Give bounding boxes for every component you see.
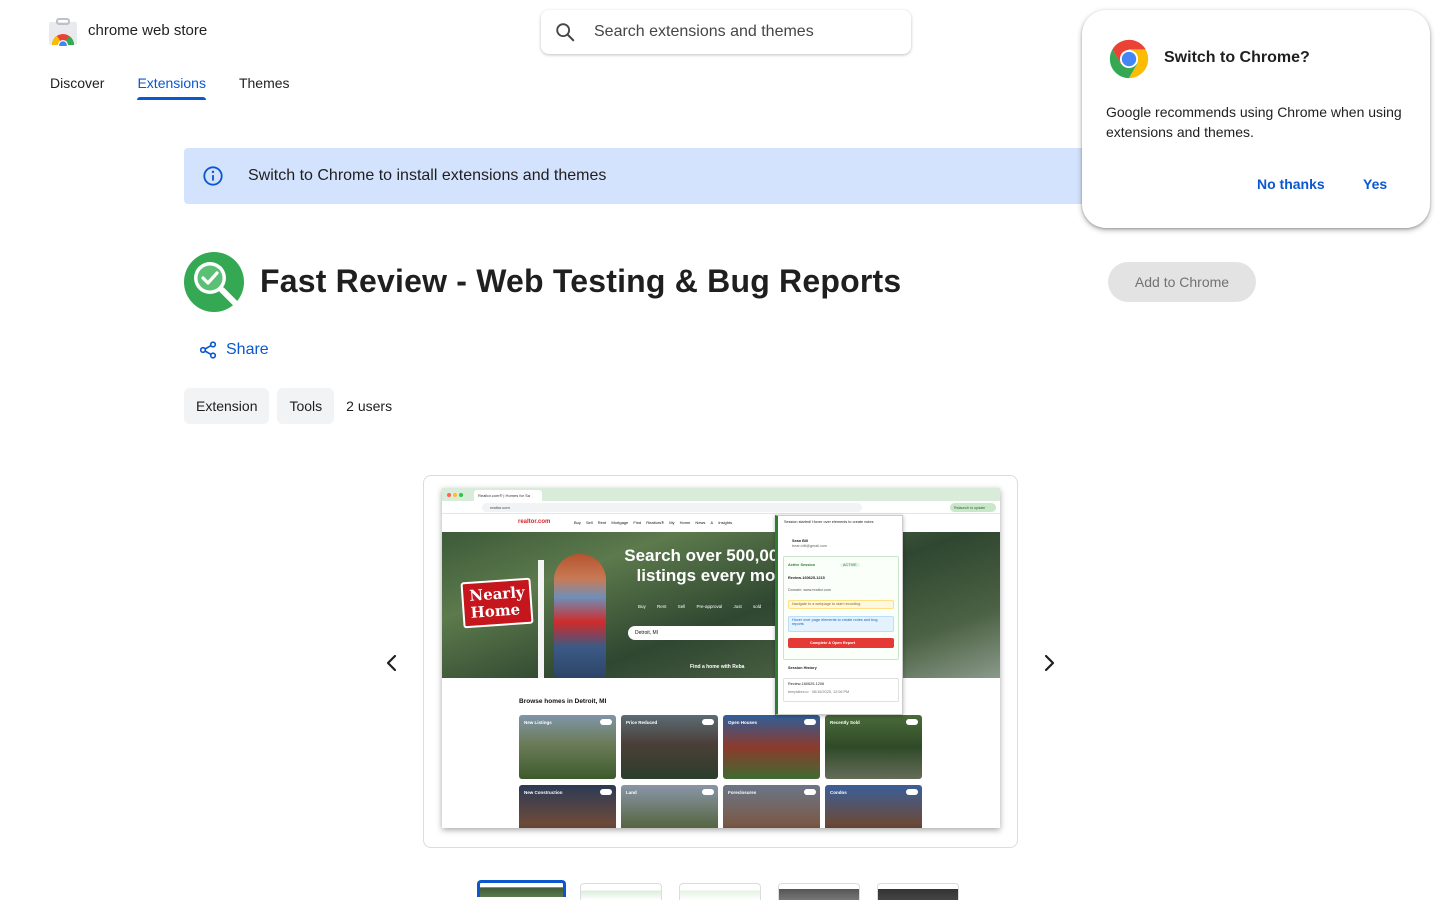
dialog-body: Google recommends using Chrome when usin…	[1106, 104, 1402, 140]
thumbnail-4[interactable]	[778, 883, 860, 900]
card-label: Foreclosures	[728, 790, 757, 795]
history-label: Session History	[788, 666, 817, 670]
chrome-logo-icon	[1109, 39, 1149, 79]
thumbnail-5[interactable]	[877, 883, 959, 900]
card-label: Land	[626, 790, 637, 795]
maximize-dot-icon	[459, 493, 463, 497]
chip-extension[interactable]: Extension	[184, 388, 270, 424]
relaunch-button: Relaunch to update	[950, 503, 996, 512]
chevron-right-icon[interactable]	[1037, 651, 1061, 675]
search-input[interactable]	[594, 23, 894, 41]
info-icon	[203, 166, 223, 186]
card-label: New Construction	[524, 790, 563, 795]
chrome-web-store-logo[interactable]	[48, 18, 78, 46]
share-icon	[199, 341, 217, 359]
listing-card: New Construction	[519, 785, 616, 828]
browser-url: realtor.com	[482, 503, 862, 512]
listing-card: Recently Sold	[825, 715, 922, 779]
card-label: New Listings	[524, 720, 552, 725]
warning-text: Navigate to a webpage to start recording	[792, 602, 861, 606]
history-item: Review-160625-1206	[788, 682, 825, 686]
magnifier-check-icon	[184, 252, 244, 312]
listing-card: Foreclosures	[723, 785, 820, 828]
tab-discover[interactable]: Discover	[50, 72, 104, 100]
yes-button[interactable]: Yes	[1363, 176, 1387, 192]
share-button[interactable]: Share	[198, 340, 269, 360]
browse-heading: Browse homes in Detroit, MI	[519, 698, 607, 705]
user-count: 2 users	[346, 398, 393, 414]
dialog-title: Switch to Chrome?	[1164, 49, 1310, 66]
popup-user-name: Sean Bill	[792, 539, 809, 543]
listing-card: Open Houses	[723, 715, 820, 779]
thumbnail-3[interactable]	[679, 883, 761, 900]
card-label: Open Houses	[728, 720, 758, 725]
chip-row: Extension Tools 2 users	[184, 388, 392, 424]
listing-card: New Listings	[519, 715, 616, 779]
brand-name[interactable]: chrome web store	[88, 22, 207, 39]
search-icon	[556, 23, 575, 42]
hero-cta: Find a home with Reba	[690, 664, 745, 670]
add-to-chrome-button[interactable]: Add to Chrome	[1108, 262, 1256, 302]
popup-user-email: bean.bill@gmail.com	[792, 544, 828, 548]
site-links: Buy Sell Rent Mortgage Find Realtors® My…	[574, 520, 733, 525]
close-dot-icon	[447, 493, 451, 497]
site-hero: Nearly Home Search over 500,000 listings…	[442, 532, 1000, 678]
hint-text: Hover over page elements to create notes…	[792, 618, 878, 626]
tab-themes[interactable]: Themes	[239, 72, 290, 100]
history-meta: templates.io · 06/16/2025, 12:06 PM	[788, 690, 850, 694]
tab-extensions[interactable]: Extensions	[137, 72, 207, 100]
minimize-dot-icon	[453, 493, 457, 497]
thumbnail-1[interactable]	[477, 880, 566, 897]
sign-post	[538, 560, 544, 678]
chevron-left-icon[interactable]	[380, 651, 404, 675]
popup-header: Session started! Hover over elements to …	[784, 520, 874, 524]
no-thanks-button[interactable]: No thanks	[1257, 176, 1325, 192]
site-navbar: realtor.com Buy Sell Rent Mortgage Find …	[442, 514, 1000, 532]
hero-tabs: Buy Rent Sell Pre-approval Just sold	[638, 604, 762, 609]
thumbnail-2[interactable]	[580, 883, 662, 900]
card-label: Condos	[830, 790, 847, 795]
listing-card: Price Reduced	[621, 715, 718, 779]
search-box[interactable]	[541, 10, 911, 54]
active-label: Active Session	[788, 563, 816, 567]
hero-search-input: Detroit, MI	[628, 626, 788, 640]
chip-tools[interactable]: Tools	[277, 388, 335, 424]
switch-to-chrome-dialog: Switch to Chrome? Google recommends usin…	[1082, 10, 1430, 228]
main-nav: Discover Extensions Themes	[50, 72, 323, 100]
extension-screenshot: Realtor.com® | Homes for Sa realtor.com …	[442, 488, 1000, 828]
hero-person	[554, 554, 606, 678]
site-logo: realtor.com	[518, 519, 551, 525]
session-domain: Domain: www.realtor.com	[788, 588, 832, 592]
listing-card: Condos	[825, 785, 922, 828]
banner-text: Switch to Chrome to install extensions a…	[248, 167, 607, 184]
share-label: Share	[226, 341, 269, 358]
listing-card: Land	[621, 785, 718, 828]
review-id: Review-160625-1215	[788, 576, 825, 580]
complete-button-label: Complete & Open Report	[810, 640, 856, 645]
extension-title: Fast Review - Web Testing & Bug Reports	[260, 263, 902, 299]
screenshot-slide[interactable]: Realtor.com® | Homes for Sa realtor.com …	[423, 475, 1018, 848]
browser-tabstrip: Realtor.com® | Homes for Sa	[442, 488, 1000, 501]
hero-sign: Nearly Home	[460, 577, 534, 629]
browser-address-bar: realtor.com Relaunch to update	[442, 501, 1000, 514]
active-badge: ACTIVE	[840, 563, 860, 567]
card-label: Recently Sold	[830, 720, 860, 725]
hero-sign-text: Nearly Home	[468, 583, 526, 622]
browser-tab: Realtor.com® | Homes for Sa	[474, 490, 542, 501]
extension-popup: Session started! Hover over elements to …	[775, 515, 903, 715]
card-label: Price Reduced	[626, 720, 658, 725]
